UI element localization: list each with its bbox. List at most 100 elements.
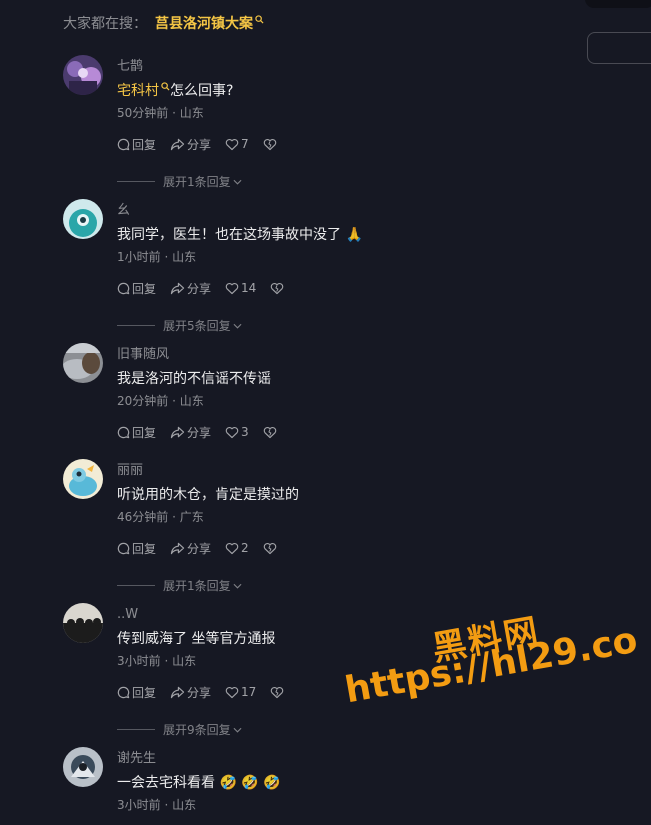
reply-label: 回复	[132, 281, 157, 296]
expand-divider	[117, 325, 155, 326]
dislike-button[interactable]	[263, 542, 279, 555]
comment-actions: 回复 分享 14	[117, 279, 577, 297]
broken-heart-icon	[271, 686, 284, 698]
share-icon	[170, 686, 185, 698]
like-button[interactable]: 3	[225, 425, 249, 439]
share-label: 分享	[187, 425, 212, 440]
expand-label: 展开1条回复	[163, 175, 231, 189]
comment-actions: 回复 分享 7	[117, 135, 577, 153]
dislike-button[interactable]	[270, 282, 286, 295]
comment-meta: 20分钟前 · 山东	[117, 394, 204, 408]
chevron-down-icon	[233, 727, 242, 733]
comment-page: 大家都在搜： 莒县洛河镇大案 七鹊 宅科村 怎么回事? 50分钟前 · 山东 回复 …	[0, 0, 651, 825]
expand-replies[interactable]: 展开1条回复	[117, 577, 242, 594]
comment-meta: 46分钟前 · 广东	[117, 510, 204, 524]
reply-icon	[117, 686, 130, 698]
comment-text: 我同学，医生！也在这场事故中没了 🙏	[117, 227, 363, 243]
comment-meta: 3小时前 · 山东	[117, 798, 197, 812]
reply-button[interactable]: 回复	[117, 540, 156, 557]
heart-icon	[225, 542, 239, 554]
expand-replies[interactable]: 展开1条回复	[117, 173, 242, 190]
reply-button[interactable]: 回复	[117, 280, 156, 297]
expand-label: 展开9条回复	[163, 723, 231, 737]
broken-heart-icon	[271, 282, 284, 294]
expand-divider	[117, 181, 155, 182]
avatar[interactable]	[63, 747, 103, 787]
comment-mention-link[interactable]: 宅科村	[117, 83, 159, 99]
share-button[interactable]: 分享	[170, 540, 211, 557]
heart-icon	[225, 686, 239, 698]
reply-label: 回复	[132, 137, 157, 152]
dislike-button[interactable]	[263, 138, 279, 151]
comment-username[interactable]: 七鹊	[117, 58, 577, 76]
comment-username[interactable]: 谢先生	[117, 750, 577, 768]
comment-username[interactable]: 幺	[117, 202, 577, 220]
side-input-box[interactable]	[587, 32, 651, 64]
share-button[interactable]: 分享	[170, 136, 211, 153]
like-count: 17	[241, 685, 257, 699]
share-icon	[170, 542, 185, 554]
reply-icon	[117, 138, 130, 150]
heart-icon	[225, 138, 239, 150]
reply-icon	[117, 542, 130, 554]
dislike-button[interactable]	[263, 426, 279, 439]
search-suggestion: 大家都在搜： 莒县洛河镇大案	[63, 14, 264, 34]
chevron-down-icon	[233, 179, 242, 185]
avatar[interactable]	[63, 603, 103, 643]
comment-meta: 50分钟前 · 山东	[117, 106, 204, 120]
heart-icon	[225, 426, 239, 438]
search-suggestion-keyword[interactable]: 莒县洛河镇大案	[155, 16, 253, 32]
dislike-button[interactable]	[270, 686, 286, 699]
share-label: 分享	[187, 281, 212, 296]
chevron-down-icon	[233, 323, 242, 329]
avatar[interactable]	[63, 199, 103, 239]
reply-label: 回复	[132, 685, 157, 700]
expand-replies[interactable]: 展开5条回复	[117, 317, 242, 334]
expand-replies[interactable]: 展开9条回复	[117, 721, 242, 738]
share-button[interactable]: 分享	[170, 684, 211, 701]
broken-heart-icon	[263, 426, 276, 438]
comment-actions: 回复 分享 3	[117, 423, 577, 441]
expand-divider	[117, 585, 155, 586]
share-label: 分享	[187, 541, 212, 556]
reply-button[interactable]: 回复	[117, 136, 156, 153]
heart-icon	[225, 282, 239, 294]
avatar[interactable]	[63, 343, 103, 383]
broken-heart-icon	[263, 138, 276, 150]
share-icon	[170, 138, 185, 150]
reply-button[interactable]: 回复	[117, 684, 156, 701]
like-count: 14	[241, 281, 257, 295]
like-count: 7	[241, 137, 249, 151]
like-button[interactable]: 7	[225, 137, 249, 151]
reply-icon	[117, 426, 130, 438]
expand-divider	[117, 729, 155, 730]
like-count: 2	[241, 541, 249, 555]
share-button[interactable]: 分享	[170, 280, 211, 297]
reply-label: 回复	[132, 425, 157, 440]
search-suggestion-prefix: 大家都在搜：	[63, 16, 147, 32]
chevron-down-icon	[233, 583, 242, 589]
comment-text: 听说用的木仓，肯定是摸过的	[117, 487, 299, 503]
comment-username[interactable]: 丽丽	[117, 462, 577, 480]
search-icon	[255, 15, 264, 24]
reply-icon	[117, 282, 130, 294]
comment-meta: 1小时前 · 山东	[117, 250, 197, 264]
comment-text: 一会去宅科看看 🤣 🤣 🤣	[117, 775, 281, 791]
share-icon	[170, 426, 185, 438]
broken-heart-icon	[263, 542, 276, 554]
share-icon	[170, 282, 185, 294]
share-button[interactable]: 分享	[170, 424, 211, 441]
like-button[interactable]: 17	[225, 685, 256, 699]
reply-button[interactable]: 回复	[117, 424, 156, 441]
avatar[interactable]	[63, 459, 103, 499]
comment-text: 宅科村 怎么回事?	[117, 81, 577, 101]
like-button[interactable]: 14	[225, 281, 256, 295]
search-icon	[161, 82, 170, 91]
reply-label: 回复	[132, 541, 157, 556]
comment-text: 我是洛河的不信谣不传谣	[117, 371, 271, 387]
share-label: 分享	[187, 685, 212, 700]
avatar[interactable]	[63, 55, 103, 95]
expand-label: 展开5条回复	[163, 319, 231, 333]
like-button[interactable]: 2	[225, 541, 249, 555]
comment-username[interactable]: 旧事随风	[117, 346, 577, 364]
